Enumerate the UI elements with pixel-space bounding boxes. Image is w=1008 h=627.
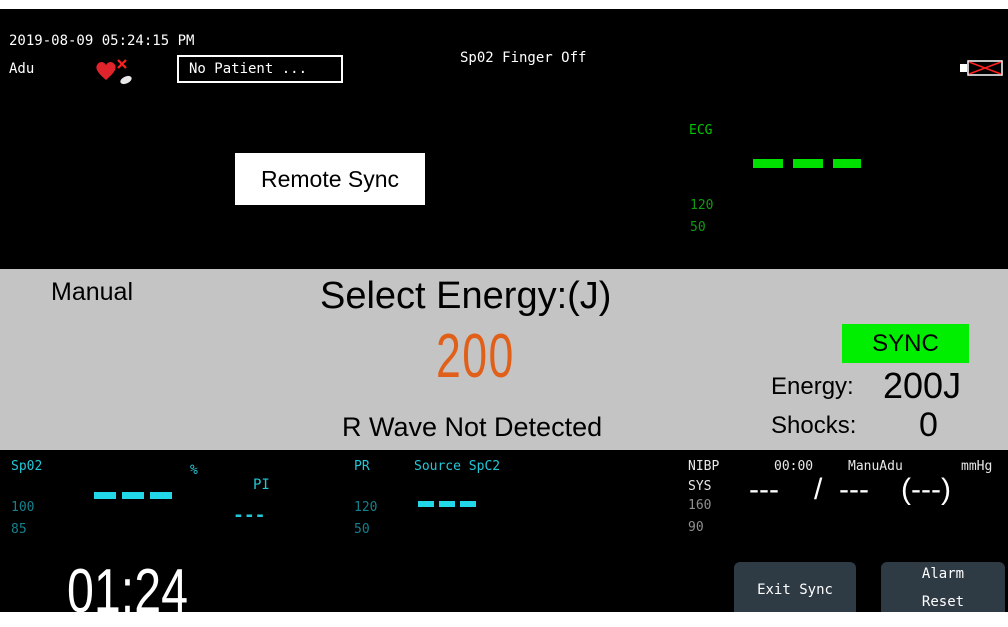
spo2-upper-limit: 100 [11, 500, 35, 515]
shocks-value: 0 [919, 406, 938, 444]
parameters-area: Sp02 % 100 85 PI --- PR Source SpC2 120 … [0, 450, 1008, 626]
elapsed-timer: 01:24 [67, 557, 189, 626]
battery-empty-icon [958, 59, 1004, 77]
pr-lower-limit: 50 [354, 522, 370, 537]
alarm-reset-line1: Alarm [921, 566, 965, 582]
nibp-mode: ManuAdu [848, 459, 903, 474]
select-energy-label: Select Energy:(J) [320, 275, 612, 317]
remote-sync-label: Remote Sync [235, 153, 425, 205]
spo2-lower-limit: 85 [11, 522, 27, 537]
datetime-label: 2019-08-09 05:24:15 PM [9, 33, 195, 49]
pr-upper-limit: 120 [354, 500, 378, 515]
pr-source-label: Source SpC2 [414, 459, 501, 474]
patient-type-label: Adu [9, 61, 35, 77]
nibp-lower-limit: 90 [688, 520, 704, 535]
nibp-diastolic: --- [839, 473, 869, 506]
energy-label: Energy: [771, 373, 854, 400]
sync-badge: SYNC [842, 324, 969, 363]
shocks-label: Shocks: [771, 412, 857, 439]
heart-alarm-off-icon [94, 58, 142, 86]
nibp-systolic: --- [749, 473, 779, 506]
spo2-label: Sp02 [11, 459, 43, 474]
exit-sync-button[interactable]: Exit Sync [734, 562, 856, 612]
nibp-mean: (---) [901, 473, 951, 506]
pi-value: --- [233, 505, 266, 526]
nibp-unit: mmHg [961, 459, 993, 474]
mode-label: Manual [51, 278, 133, 306]
nibp-sys-label: SYS [688, 479, 712, 494]
patient-info-button[interactable]: No Patient ... [177, 55, 343, 83]
ecg-lower-limit: 50 [690, 220, 706, 235]
spo2-unit: % [190, 463, 198, 478]
nibp-separator: / [814, 473, 823, 506]
selected-energy-value[interactable]: 200 [436, 321, 515, 392]
nibp-label: NIBP [688, 459, 720, 474]
pr-label: PR [354, 459, 370, 474]
r-wave-message: R Wave Not Detected [342, 412, 603, 442]
nibp-upper-limit: 160 [688, 498, 712, 513]
patient-name-label: No Patient ... [189, 61, 308, 77]
energy-panel: Manual Select Energy:(J) 200 R Wave Not … [0, 269, 1008, 450]
pi-label: PI [253, 477, 270, 493]
ecg-label: ECG [689, 123, 713, 138]
pr-value-dashes [418, 501, 478, 508]
ecg-upper-limit: 120 [690, 198, 714, 213]
spo2-value-dashes [94, 492, 174, 500]
alarm-reset-line2: Reset [921, 594, 965, 610]
alarm-message: Sp02 Finger Off [460, 50, 587, 66]
nibp-time: 00:00 [774, 459, 814, 474]
energy-value: 200J [883, 365, 962, 406]
alarm-reset-button[interactable]: Alarm Reset [881, 562, 1005, 612]
ecg-value-dashes [753, 159, 863, 169]
